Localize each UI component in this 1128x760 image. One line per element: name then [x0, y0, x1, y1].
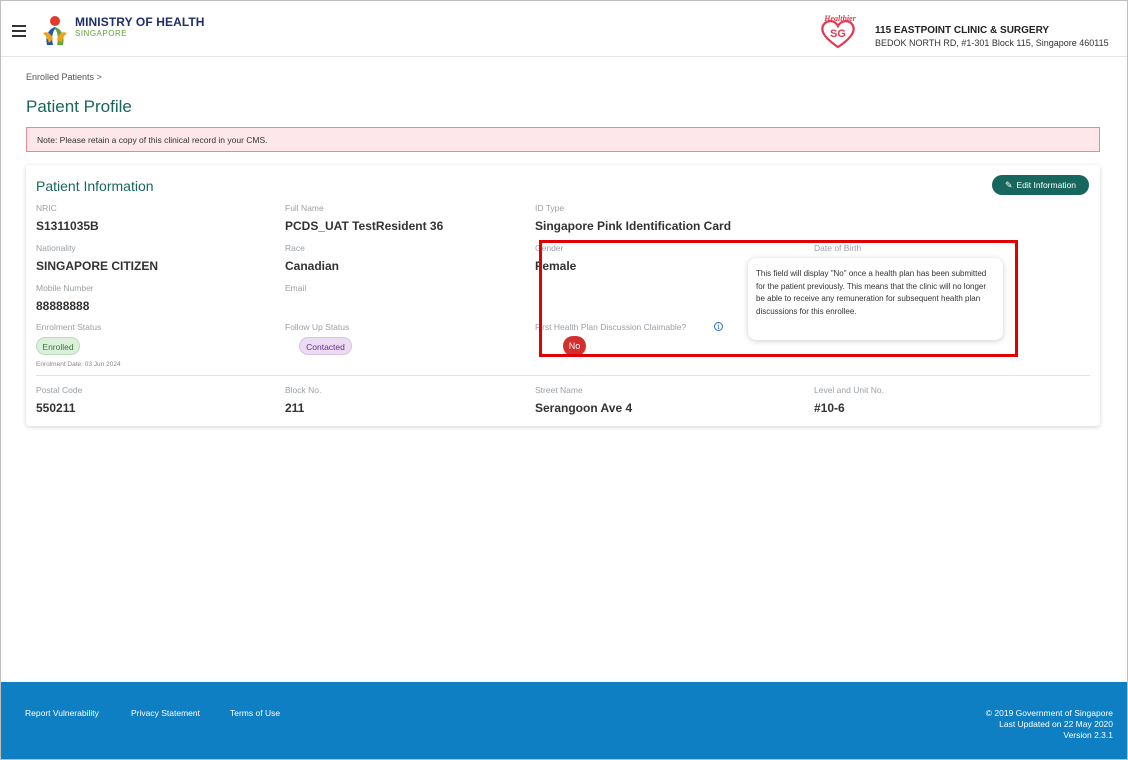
svg-text:SG: SG [830, 28, 846, 40]
block-no-value: 211 [285, 401, 305, 415]
follow-up-status-badge: Contacted [299, 337, 352, 355]
footer-last-updated: Last Updated on 22 May 2020 [999, 719, 1113, 729]
site-footer: Report Vulnerability Privacy Statement T… [1, 682, 1127, 759]
edit-button-label: Edit Information [1016, 180, 1077, 190]
nationality-value: SINGAPORE CITIZEN [36, 259, 159, 273]
race-label: Race [285, 243, 305, 253]
nric-label: NRIC [36, 203, 57, 213]
postal-code-label: Postal Code [36, 385, 83, 395]
enrolment-status-badge: Enrolled [36, 337, 80, 355]
top-header: MINISTRY OF HEALTH SINGAPORE SG Healthie… [1, 1, 1127, 57]
ministry-country: SINGAPORE [75, 29, 128, 38]
moh-logo-icon [43, 16, 67, 45]
edit-information-button[interactable]: ✎ Edit Information [992, 175, 1089, 195]
street-name-value: Serangoon Ave 4 [535, 401, 633, 415]
footer-link-terms-of-use[interactable]: Terms of Use [230, 708, 280, 718]
healthier-sg-logo-icon: SG Healthier [821, 14, 857, 49]
clinic-address: BEDOK NORTH RD, #1-301 Block 115, Singap… [875, 38, 1109, 48]
email-label: Email [285, 283, 307, 293]
nric-value: S1311035B [36, 219, 99, 233]
footer-copyright: © 2019 Government of Singapore [985, 708, 1113, 718]
footer-link-report-vulnerability[interactable]: Report Vulnerability [25, 708, 99, 718]
enrolment-status-label: Enrolment Status [36, 322, 102, 332]
nationality-label: Nationality [36, 243, 76, 253]
svg-text:Healthier: Healthier [823, 14, 856, 23]
full-name-value: PCDS_UAT TestResident 36 [285, 219, 444, 233]
ministry-name: MINISTRY OF HEALTH [75, 15, 205, 29]
footer-info: © 2019 Government of Singapore Last Upda… [986, 708, 1113, 741]
section-divider [36, 375, 1090, 376]
postal-code-value: 550211 [36, 401, 76, 415]
breadcrumb[interactable]: Enrolled Patients > [26, 72, 102, 82]
card-title: Patient Information [36, 178, 154, 194]
follow-up-status-label: Follow Up Status [285, 322, 350, 332]
clinical-record-note: Note: Please retain a copy of this clini… [26, 127, 1100, 152]
mobile-value: 88888888 [36, 299, 90, 313]
block-no-label: Block No. [285, 385, 322, 395]
level-unit-label: Level and Unit No. [814, 385, 884, 395]
mobile-label: Mobile Number [36, 283, 94, 293]
enrolment-date: Enrolment Date: 03 Jun 2024 [36, 361, 121, 368]
menu-icon[interactable] [12, 25, 26, 37]
full-name-label: Full Name [285, 203, 324, 213]
street-name-label: Street Name [535, 385, 583, 395]
pencil-icon: ✎ [1004, 180, 1013, 190]
id-type-value: Singapore Pink Identification Card [535, 219, 732, 233]
footer-link-privacy-statement[interactable]: Privacy Statement [131, 708, 200, 718]
id-type-label: ID Type [535, 203, 565, 213]
footer-version: Version 2.3.1 [1063, 730, 1113, 740]
clinic-name: 115 EASTPOINT CLINIC & SURGERY [875, 25, 1050, 36]
level-unit-value: #10-6 [814, 401, 845, 415]
page-title: Patient Profile [26, 97, 132, 116]
race-value: Canadian [285, 259, 340, 273]
claimable-tooltip: This field will display "No" once a heal… [748, 258, 1003, 340]
